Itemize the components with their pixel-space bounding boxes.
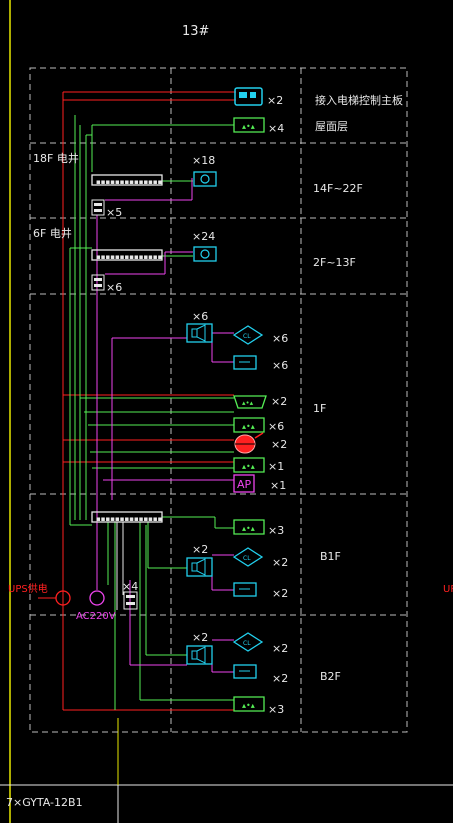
count-boxes-14f: ×5 — [106, 206, 122, 219]
switch-icon: ▴•▴ — [233, 457, 265, 473]
shaft-18f-label: 18F 电井 — [33, 151, 79, 165]
speaker-icon — [186, 645, 213, 665]
count-ap-1f: ×1 — [270, 479, 286, 492]
button-icon — [233, 582, 257, 597]
elevator-controller-icon — [234, 87, 263, 106]
roof-floor-label: 屋面层 — [315, 120, 348, 133]
count-alarms-1f: ×2 — [271, 438, 287, 451]
system-diagram: ×2 ▴•▴ ×4 接入电梯控制主板 屋面层 18F 电井 ▪▪▪▪▪▪▪▪▪▪… — [0, 0, 453, 823]
zone-2f-13f: 2F~13F — [313, 256, 356, 269]
speaker-icon — [186, 323, 213, 343]
count-buttons-b1: ×2 — [272, 587, 288, 600]
svg-text:▪▪▪▪▪▪▪▪▪▪▪▪▪▪: ▪▪▪▪▪▪▪▪▪▪▪▪▪▪ — [96, 178, 163, 186]
count-switches-roof: ×4 — [268, 122, 284, 135]
count-switch-1f-single: ×1 — [268, 460, 284, 473]
shaft-6f-label: 6F 电井 — [33, 226, 72, 240]
svg-text:CL: CL — [243, 555, 251, 562]
svg-text:▪▪▪▪▪▪▪▪▪▪▪▪▪▪: ▪▪▪▪▪▪▪▪▪▪▪▪▪▪ — [96, 253, 163, 261]
count-detectors-b1: ×2 — [272, 556, 288, 569]
switch-icon: ▴•▴ — [233, 417, 265, 433]
zone-b2f: B2F — [320, 670, 341, 683]
count-controllers: ×2 — [267, 94, 283, 107]
cable-spec: 7×GYTA-12B1 — [6, 796, 83, 809]
detector-diamond-icon: CL — [232, 547, 264, 567]
ac-supply-label: AC220V — [76, 611, 116, 622]
switch-icon: ▴•▴ — [233, 696, 265, 712]
roof-controller-label: 接入电梯控制主板 — [315, 93, 403, 107]
count-boxes-2f: ×6 — [106, 281, 122, 294]
svg-text:▴•▴: ▴•▴ — [242, 399, 254, 407]
count-buttons-b2: ×2 — [272, 672, 288, 685]
svg-text:▴•▴: ▴•▴ — [242, 422, 255, 431]
count-buttons-1f: ×6 — [272, 359, 288, 372]
svg-text:▴•▴: ▴•▴ — [242, 462, 255, 471]
switch-icon: ▴•▴ — [233, 519, 265, 535]
zone-14f-22f: 14F~22F — [313, 182, 363, 195]
elevator-panel-icon: ▴•▴ — [233, 395, 267, 409]
patch-panel-icon: ▪▪▪▪▪▪▪▪▪▪▪▪▪▪ — [91, 249, 163, 261]
camera-icon — [193, 246, 217, 262]
speaker-icon — [186, 557, 213, 577]
distribution-box-icon — [91, 274, 105, 291]
svg-text:CL: CL — [243, 333, 251, 340]
svg-text:▪▪▪▪▪▪▪▪▪▪▪▪▪▪: ▪▪▪▪▪▪▪▪▪▪▪▪▪▪ — [96, 515, 163, 523]
ap-label: AP — [237, 478, 252, 491]
svg-text:▴•▴: ▴•▴ — [242, 701, 255, 710]
count-switches-b2: ×3 — [268, 703, 284, 716]
floor-grid — [29, 67, 408, 733]
svg-text:CL: CL — [243, 640, 251, 647]
ap-icon: AP — [233, 474, 255, 493]
count-speakers-1f: ×6 — [192, 310, 208, 323]
core-switch-icon: ▪▪▪▪▪▪▪▪▪▪▪▪▪▪ — [91, 511, 163, 523]
ac-source-icon — [89, 590, 105, 606]
zone-1f: 1F — [313, 402, 326, 415]
button-icon — [233, 664, 257, 679]
count-speakers-b1: ×2 — [192, 543, 208, 556]
alarm-bell-icon — [234, 432, 264, 454]
count-cams-2f: ×24 — [192, 230, 215, 243]
svg-text:▴•▴: ▴•▴ — [242, 524, 255, 533]
count-detectors-1f: ×6 — [272, 332, 288, 345]
trunk-lines — [116, 522, 124, 610]
zone-b1f: B1F — [320, 550, 341, 563]
patch-panel-icon: ▪▪▪▪▪▪▪▪▪▪▪▪▪▪ — [91, 174, 163, 186]
detector-diamond-icon: CL — [232, 632, 264, 652]
count-panels-1f: ×2 — [271, 395, 287, 408]
count-switches-b1: ×3 — [268, 524, 284, 537]
count-cams-14f: ×18 — [192, 154, 215, 167]
detector-diamond-icon: CL — [232, 325, 264, 345]
count-switches-1f: ×6 — [268, 420, 284, 433]
count-boxes-basement: ×4 — [122, 580, 138, 593]
button-icon — [233, 355, 257, 370]
building-title: 13# — [182, 24, 209, 39]
count-detectors-b2: ×2 — [272, 642, 288, 655]
ups-supply-label: UPS供电 — [8, 582, 48, 595]
camera-icon — [193, 171, 217, 187]
ups-supply-label-right: UP — [443, 584, 453, 595]
svg-text:▴•▴: ▴•▴ — [242, 122, 255, 131]
switch-icon: ▴•▴ — [233, 117, 265, 133]
distribution-box-icon — [91, 199, 105, 216]
count-speakers-b2: ×2 — [192, 631, 208, 644]
